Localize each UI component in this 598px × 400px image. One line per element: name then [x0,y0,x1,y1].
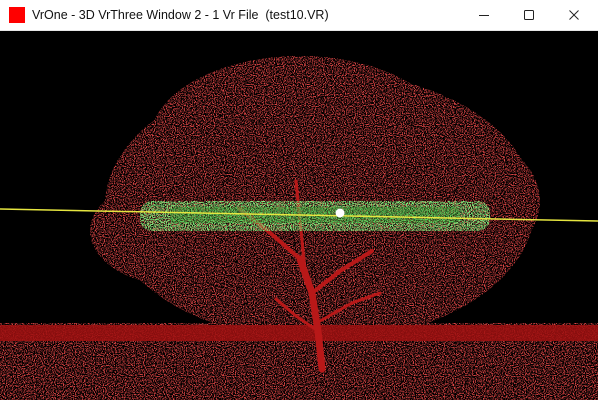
3d-point-cloud-viewport[interactable] [0,31,598,400]
maximize-button[interactable] [506,0,552,30]
vrone-3d-window: VrOne - 3D VrThree Window 2 - 1 Vr File … [0,0,598,400]
3d-cursor[interactable] [335,208,345,218]
close-icon [569,10,579,20]
minimize-button[interactable] [461,0,507,30]
app-icon[interactable] [9,7,25,23]
ground-strip [0,325,598,341]
minimize-icon [479,15,489,16]
close-button[interactable] [551,0,597,30]
title-bar[interactable]: VrOne - 3D VrThree Window 2 - 1 Vr File … [0,0,598,31]
window-title: VrOne - 3D VrThree Window 2 - 1 Vr File … [32,8,329,22]
maximize-icon [524,10,534,20]
point-cloud-canvas[interactable] [0,31,598,400]
